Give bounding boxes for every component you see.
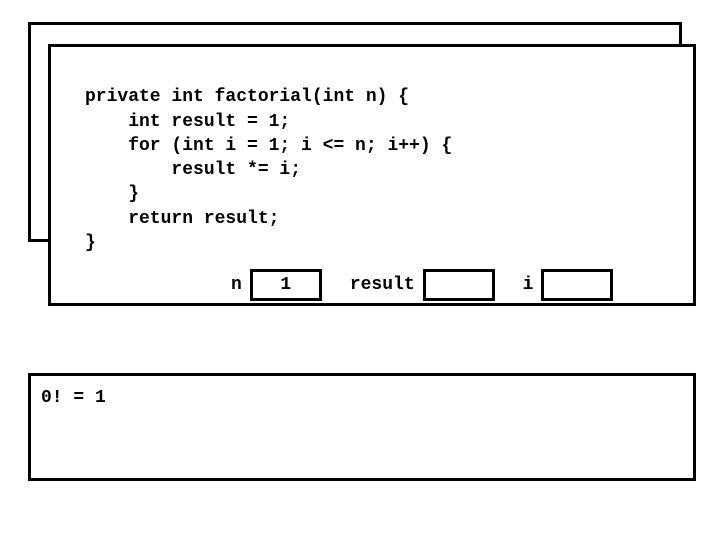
code-line-5: } bbox=[85, 184, 139, 204]
code-line-7: } bbox=[85, 233, 96, 253]
output-console: 0! = 1 bbox=[28, 373, 696, 481]
var-i-label: i bbox=[523, 275, 534, 295]
variable-row: n 1 result i bbox=[231, 269, 679, 301]
var-n-label: n bbox=[231, 275, 242, 295]
var-i-value bbox=[541, 269, 613, 301]
var-result-value bbox=[423, 269, 495, 301]
code-line-6: return result; bbox=[85, 209, 279, 229]
code-line-4: result *= i; bbox=[85, 160, 301, 180]
var-result-label: result bbox=[350, 275, 415, 295]
code-line-1: private int factorial(int n) { bbox=[85, 87, 409, 107]
code-block: private int factorial(int n) { int resul… bbox=[85, 61, 679, 255]
code-line-2: int result = 1; bbox=[85, 112, 290, 132]
var-n-value: 1 bbox=[250, 269, 322, 301]
call-stack-front-frame: private int factorial(int n) { int resul… bbox=[48, 44, 696, 306]
code-line-3: for (int i = 1; i <= n; i++) { bbox=[85, 136, 452, 156]
output-line-1: 0! = 1 bbox=[41, 388, 683, 408]
